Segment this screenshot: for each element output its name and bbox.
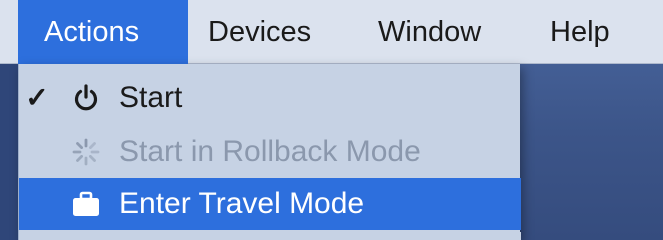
menu-devices[interactable]: Devices: [208, 0, 348, 64]
menu-help[interactable]: Help: [550, 0, 640, 64]
menu-item-enter-travel-mode[interactable]: Enter Travel Mode: [19, 178, 521, 230]
menu-item-label: Start in Rollback Mode: [119, 135, 421, 168]
power-icon: [74, 84, 98, 111]
menu-item-label: Enter Travel Mode: [119, 187, 365, 220]
checkmark-icon: ✓: [25, 82, 49, 113]
spinner-icon: [72, 138, 100, 166]
briefcase-icon: [73, 191, 99, 216]
menu-bottom-edge: [19, 232, 521, 240]
menu-item-start-in-rollback-mode: Start in Rollback Mode: [19, 126, 521, 178]
menu-item-label: Start: [119, 81, 183, 114]
menu-item-start[interactable]: ✓ Start: [19, 72, 521, 124]
menu-window[interactable]: Window: [378, 0, 518, 64]
actions-dropdown-menu: ✓ Start Start in Rollback Mode Enter Tra…: [18, 64, 521, 240]
menu-bar: Actions Devices Window Help: [0, 0, 663, 64]
menu-actions[interactable]: Actions: [18, 0, 188, 64]
window-edge: [0, 64, 18, 240]
